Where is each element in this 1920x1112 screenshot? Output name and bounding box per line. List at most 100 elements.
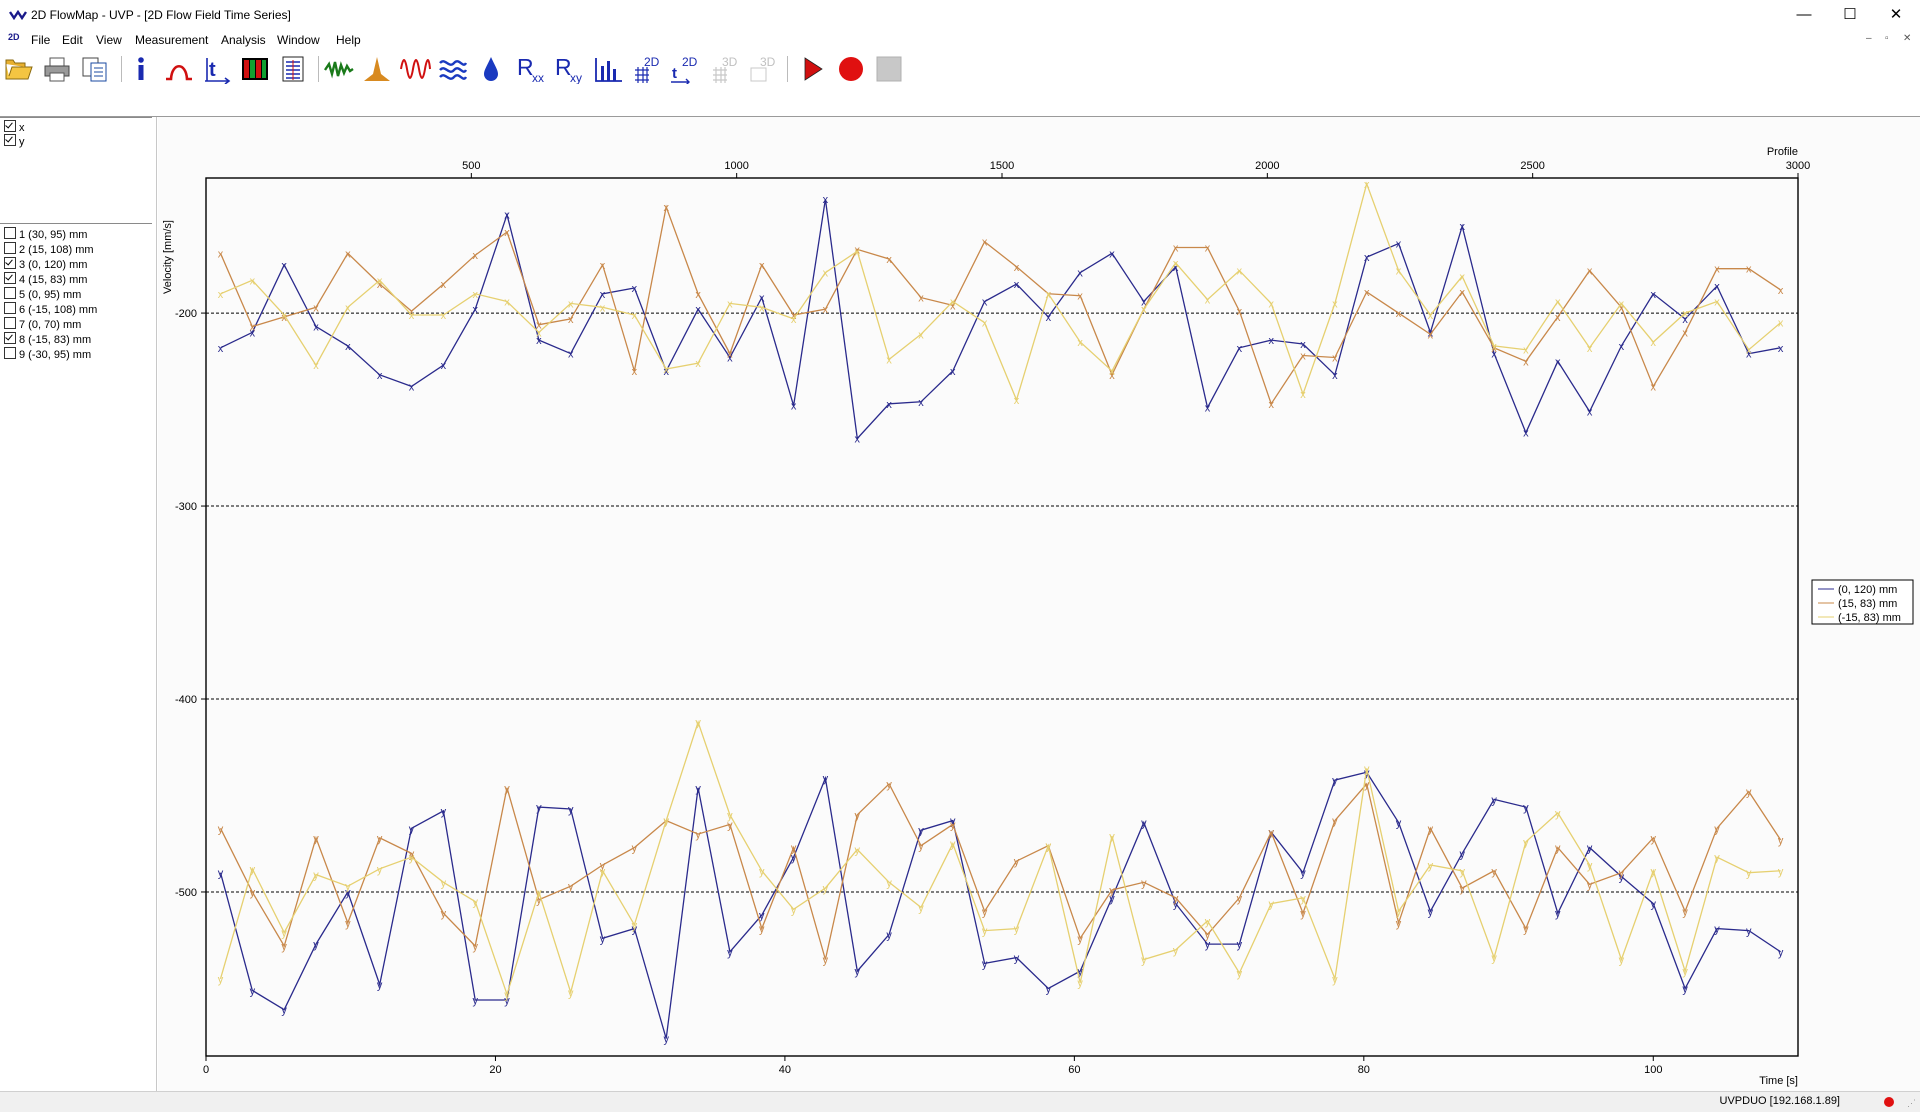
checkbox[interactable] (4, 120, 16, 132)
data-point-marker: y (950, 839, 956, 851)
data-point-marker: x (345, 302, 351, 314)
print-button[interactable] (41, 54, 73, 84)
data-point-marker: y (823, 883, 829, 895)
minimize-button[interactable]: — (1781, 0, 1827, 30)
data-point-marker: y (1619, 955, 1625, 967)
checkbox[interactable] (4, 302, 16, 314)
document-icon[interactable]: 2D (8, 32, 20, 42)
data-point-marker: y (663, 1034, 669, 1046)
close-button[interactable]: ✕ (1873, 0, 1919, 30)
data-point-marker: x (600, 302, 606, 314)
mdi-restore-button[interactable]: ▫ (1885, 33, 1889, 44)
mdi-minimize-button[interactable]: – (1866, 33, 1872, 44)
data-point-marker: x (1523, 356, 1529, 368)
position-2-checkbox[interactable]: 2 (15, 108) mm (4, 242, 94, 256)
position-9-checkbox[interactable]: 9 (-30, 95) mm (4, 347, 91, 361)
rxy-button[interactable]: R xy (553, 54, 585, 84)
data-point-marker: x (536, 327, 542, 339)
data-point-marker: x (1619, 341, 1625, 353)
data-point-marker: y (313, 939, 319, 951)
x-axis-label: Time [s] (1759, 1075, 1798, 1087)
signal-icon (324, 61, 354, 79)
open-button[interactable] (3, 54, 35, 84)
menu-window[interactable]: Window (277, 33, 320, 47)
pulse-shape-icon (166, 65, 192, 81)
menu-help[interactable]: Help (336, 33, 361, 47)
data-point-marker: x (1587, 266, 1593, 278)
data-point-marker: y (568, 987, 574, 999)
x2-tick-label: 1000 (724, 160, 748, 172)
menu-bar: 2D File Edit View Measurement Analysis W… (0, 30, 1920, 50)
pulse-button[interactable] (163, 54, 195, 84)
data-point-marker: x (504, 296, 510, 308)
data-point-marker: y (1396, 818, 1402, 830)
data-point-marker: y (1428, 860, 1434, 872)
position-4-checkbox[interactable]: 4 (15, 83) mm (4, 272, 87, 286)
menu-analysis[interactable]: Analysis (221, 33, 266, 47)
data-point-marker: x (1077, 337, 1083, 349)
copy-button[interactable] (79, 54, 111, 84)
checkbox[interactable] (4, 242, 16, 254)
component-y-checkbox[interactable]: y (4, 134, 25, 148)
colormap-button[interactable] (239, 54, 271, 84)
position-7-checkbox[interactable]: 7 (0, 70) mm (4, 317, 81, 331)
time-series-2d-button[interactable]: 2D t (669, 54, 701, 84)
data-point-marker: y (281, 941, 287, 953)
data-point-marker: y (1491, 794, 1497, 806)
flow-button[interactable] (437, 54, 469, 84)
data-point-marker: y (823, 773, 829, 785)
data-point-marker: x (759, 302, 765, 314)
histogram-button[interactable] (361, 54, 393, 84)
data-point-marker: x (1332, 352, 1338, 364)
plot-window[interactable]: x x x x x x x x x x x x x x x x x x x x x x x x x x x x x x x x x x x x x x x x… (158, 117, 1920, 1091)
position-8-checkbox[interactable]: 8 (-15, 83) mm (4, 332, 91, 346)
position-5-checkbox[interactable]: 5 (0, 95) mm (4, 287, 81, 301)
menu-view[interactable]: View (96, 33, 122, 47)
checkbox[interactable] (4, 257, 16, 269)
menu-edit[interactable]: Edit (62, 33, 83, 47)
position-label: 9 (-30, 95) mm (19, 349, 92, 361)
data-point-marker: x (281, 310, 287, 322)
toolbar-separator (121, 56, 122, 82)
checkbox[interactable] (4, 347, 16, 359)
grid-2d-button[interactable]: 2D (631, 54, 663, 84)
data-point-marker: y (918, 825, 924, 837)
data-point-marker: x (218, 343, 224, 355)
data-point-marker: x (345, 341, 351, 353)
resize-grip-icon[interactable]: ⋰ (1907, 1098, 1916, 1109)
checkbox[interactable] (4, 287, 16, 299)
data-point-marker: x (377, 275, 383, 287)
rxx-button[interactable]: R xx (515, 54, 547, 84)
play-button[interactable] (797, 54, 829, 84)
signal-button[interactable] (323, 54, 355, 84)
data-point-marker: y (1332, 816, 1338, 828)
velocity-time-series-chart[interactable]: x x x x x x x x x x x x x x x x x x x x x x x x x x x x x x x x x x x x x x x x… (158, 117, 1920, 1091)
position-1-checkbox[interactable]: 1 (30, 95) mm (4, 227, 87, 241)
position-6-checkbox[interactable]: 6 (-15, 108) mm (4, 302, 97, 316)
maximize-button[interactable]: ☐ (1827, 0, 1873, 30)
bar-chart-button[interactable] (593, 54, 625, 84)
checkbox[interactable] (4, 272, 16, 284)
x-tick-label: 60 (1068, 1064, 1080, 1076)
wave-button[interactable] (399, 54, 431, 84)
menu-file[interactable]: File (31, 33, 50, 47)
mdi-close-button[interactable]: ✕ (1903, 33, 1911, 44)
checkbox[interactable] (4, 317, 16, 329)
checkbox[interactable] (4, 227, 16, 239)
record-button[interactable] (835, 54, 867, 84)
component-x-checkbox[interactable]: x (4, 120, 25, 134)
menu-measurement[interactable]: Measurement (135, 33, 208, 47)
checkbox[interactable] (4, 134, 16, 146)
correlation-rxx-icon: R xx (517, 54, 544, 84)
data-point-marker: y (1651, 899, 1657, 911)
table-button[interactable] (277, 54, 309, 84)
data-point-marker: y (472, 941, 478, 953)
data-point-marker: x (759, 260, 765, 272)
position-3-checkbox[interactable]: 3 (0, 120) mm (4, 257, 87, 271)
data-point-marker: x (1205, 295, 1211, 307)
profile-time-button[interactable]: t (201, 54, 233, 84)
drop-button[interactable] (475, 54, 507, 84)
info-button[interactable] (125, 54, 157, 84)
checkbox[interactable] (4, 332, 16, 344)
info-icon (138, 57, 144, 80)
